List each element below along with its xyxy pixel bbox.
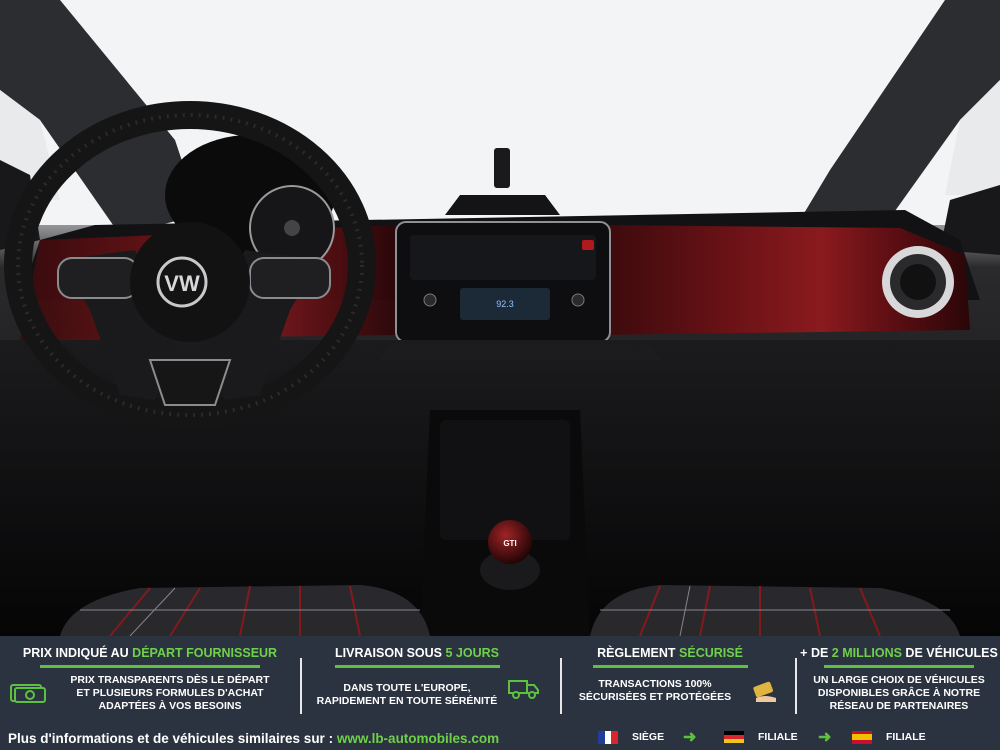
separator [560,658,562,714]
spain-flag-icon [852,730,872,744]
arrow-right-icon: ➜ [683,729,697,746]
money-icon [10,682,46,709]
separator [795,658,797,714]
france-flag-icon [598,730,619,744]
title-underline [824,665,974,668]
feature-description: DANS TOUTE L'EUROPE, RAPIDEMENT EN TOUTE… [316,682,498,707]
feature-description: UN LARGE CHOIX DE VÉHICULES DISPONIBLES … [813,674,985,712]
feature-title: PRIX INDIQUÉ AU DÉPART FOURNISSEUR [22,646,278,660]
feature-title: RÈGLEMENT SÉCURISÉ [597,646,743,660]
flag-label: SIÈGE [632,731,665,743]
title-underline [592,665,748,668]
dashboard-illustration: 92.3 GTI VW [0,0,1000,636]
flag-item-france: SIÈGE [598,729,664,745]
feature-vehicle-choice: + DE 2 MILLIONS DE VÉHICULES UN LARGE CH… [798,636,1000,722]
info-banner: PRIX INDIQUÉ AU DÉPART FOURNISSEUR PRIX … [0,636,1000,750]
flag-label: FILIALE [758,731,798,743]
feature-description: TRANSACTIONS 100% SÉCURISÉES ET PROTÉGÉE… [578,678,732,703]
arrow-right-icon: ➜ [818,729,832,746]
feature-price: PRIX INDIQUÉ AU DÉPART FOURNISSEUR PRIX … [10,636,290,722]
svg-text:VW: VW [164,271,200,296]
title-underline [40,665,260,668]
flag-label: FILIALE [886,731,926,743]
feature-delivery: LIVRAISON SOUS 5 JOURS DANS TOUTE L'EURO… [312,636,522,722]
feature-title: LIVRAISON SOUS 5 JOURS [335,646,499,660]
radio-display-text: 92.3 [496,299,514,309]
feature-title: + DE 2 MILLIONS DE VÉHICULES [800,646,998,660]
website-link[interactable]: www.lb-automobiles.com [337,731,499,746]
secure-payment-icon [752,678,780,709]
title-underline [334,665,500,668]
svg-text:GTI: GTI [503,539,516,548]
footer-text: Plus d'informations et de véhicules simi… [8,731,500,746]
flag-item-spain: FILIALE [852,729,926,745]
separator [300,658,302,714]
feature-secure-payment: RÈGLEMENT SÉCURISÉ TRANSACTIONS 100% SÉC… [570,636,770,722]
germany-flag-icon [724,730,744,744]
delivery-truck-icon [508,677,540,704]
car-interior-photo: 92.3 GTI VW [0,0,1000,636]
feature-description: PRIX TRANSPARENTS DÈS LE DÉPART ET PLUSI… [70,674,270,712]
flag-item-germany: FILIALE [724,729,798,745]
